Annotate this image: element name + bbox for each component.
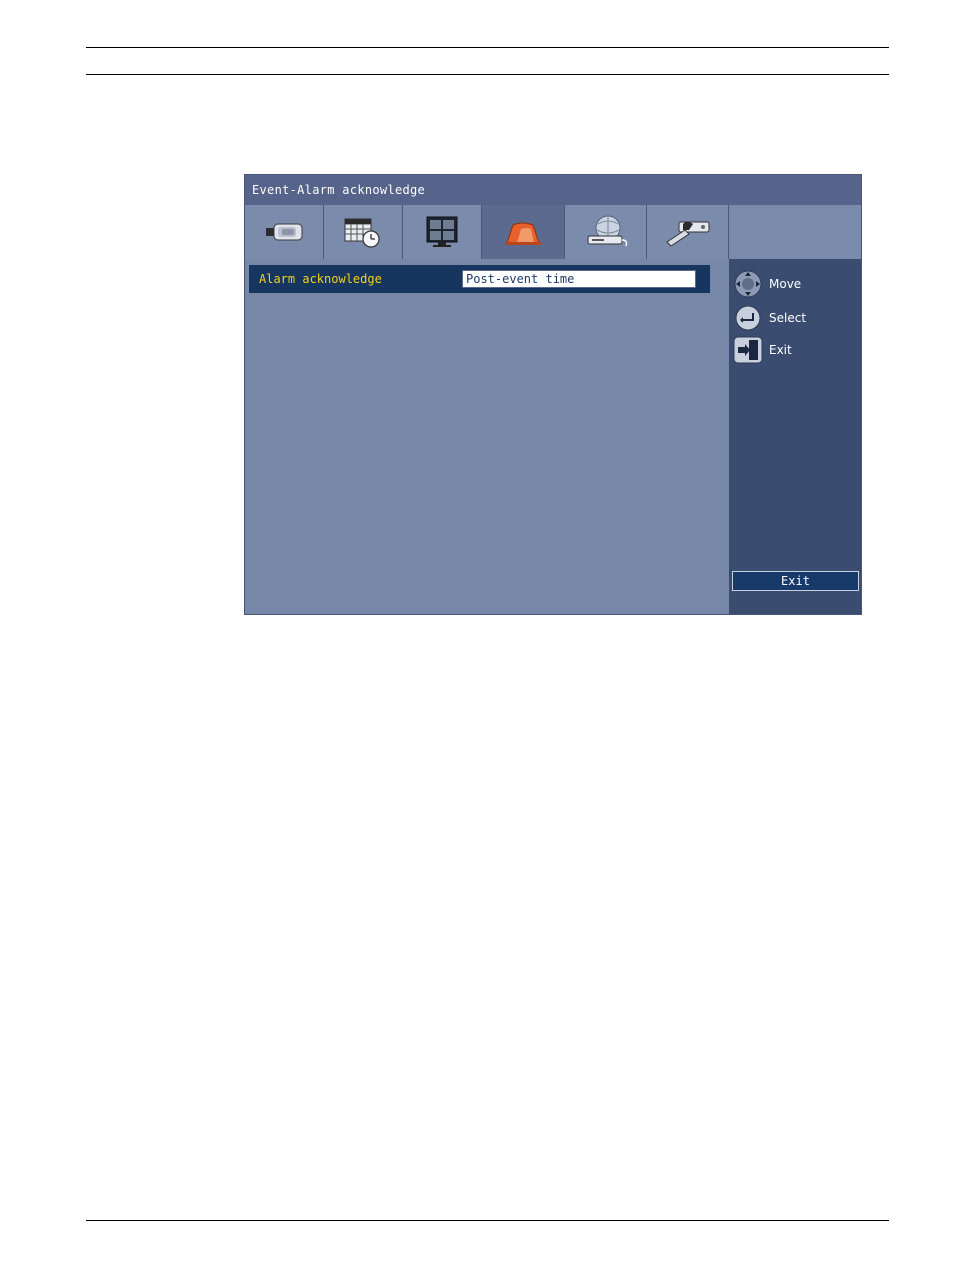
- navigation-hints-panel: Move Select Exit Exit: [729, 259, 861, 614]
- tab-schedule[interactable]: [324, 205, 403, 259]
- setting-row-alarm-acknowledge[interactable]: Alarm acknowledge Post-event time: [249, 265, 710, 293]
- camera-icon: [266, 223, 303, 241]
- header-rule-bottom: [86, 74, 889, 75]
- hint-exit: Exit: [733, 336, 792, 364]
- hint-select-label: Select: [769, 311, 807, 325]
- osd-menu-window: Event-Alarm acknowledge Move Select Exit…: [244, 174, 862, 615]
- exit-button[interactable]: Exit: [732, 571, 859, 591]
- hint-move-label: Move: [769, 277, 802, 291]
- monitor-icon: [426, 216, 458, 247]
- tab-camera[interactable]: [245, 205, 324, 259]
- menu-tab-bar: [245, 205, 729, 259]
- tab-event[interactable]: [482, 205, 565, 259]
- alarm-acknowledge-value-field[interactable]: Post-event time: [462, 270, 696, 288]
- footer-rule: [86, 1220, 889, 1221]
- tab-monitor[interactable]: [403, 205, 482, 259]
- exit-door-icon: [733, 336, 763, 364]
- tab-network[interactable]: [565, 205, 647, 259]
- enter-key-icon: [733, 304, 763, 332]
- network-globe-icon: [587, 215, 627, 247]
- schedule-clock-icon: [344, 218, 380, 248]
- tab-system[interactable]: [647, 205, 729, 259]
- window-title: Event-Alarm acknowledge: [245, 175, 861, 205]
- alarm-event-icon: [505, 222, 541, 245]
- hint-select: Select: [733, 304, 806, 332]
- setting-label: Alarm acknowledge: [259, 272, 382, 286]
- side-panel-frame: Move Select Exit Exit: [729, 205, 861, 614]
- direction-pad-icon: [733, 270, 763, 298]
- hint-exit-label: Exit: [769, 343, 792, 357]
- hint-move: Move: [733, 270, 801, 298]
- system-tools-icon: [665, 221, 709, 247]
- header-rule-top: [86, 47, 889, 48]
